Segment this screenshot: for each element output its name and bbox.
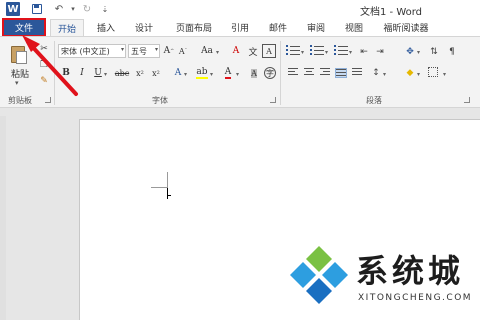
chevron-down-icon[interactable]: ▾ (236, 71, 239, 78)
window-title: 文档1 - Word (360, 7, 423, 18)
chevron-down-icon[interactable]: ▾ (301, 49, 304, 56)
character-border-icon[interactable]: A (262, 44, 276, 58)
bold-icon[interactable]: B (60, 66, 72, 80)
paragraph-launcher-icon[interactable] (464, 97, 470, 103)
font-name-select[interactable]: 宋体 (中文正) ▾ (58, 44, 126, 58)
tab-foxit-reader[interactable]: 福昕阅读器 (376, 19, 436, 36)
tab-view[interactable]: 视图 (340, 19, 368, 36)
font-name-value: 宋体 (中文正) (61, 46, 110, 56)
group-separator (54, 41, 55, 105)
redo-icon[interactable]: ↻ (80, 2, 94, 16)
numbering-icon[interactable] (310, 45, 324, 57)
cut-icon[interactable]: ✂ (38, 43, 50, 55)
paste-icon[interactable] (9, 43, 29, 65)
tab-insert[interactable]: 插入 (92, 19, 120, 36)
chevron-down-icon[interactable]: ▾ (417, 71, 420, 78)
show-hide-marks-icon[interactable]: ¶ (446, 46, 458, 58)
borders-icon[interactable] (428, 67, 438, 77)
clear-formatting-icon[interactable]: A (230, 44, 242, 58)
font-size-value: 五号 (131, 46, 147, 56)
ribbon-tabs: 文件 开始 插入 设计 页面布局 引用 邮件 审阅 视图 福昕阅读器 (0, 18, 480, 37)
superscript-icon[interactable]: x2 (150, 66, 162, 80)
chevron-down-icon[interactable]: ▾ (104, 71, 107, 78)
line-spacing-icon[interactable]: ↕ (370, 67, 382, 79)
clipboard-launcher-icon[interactable] (45, 97, 51, 103)
margin-corner-mark (151, 187, 168, 188)
chevron-down-icon[interactable]: ▾ (216, 49, 219, 56)
highlight-color-icon[interactable]: ab (196, 66, 208, 80)
font-color-icon[interactable]: A (222, 66, 234, 80)
shading-icon[interactable]: ◆ (404, 67, 416, 79)
chevron-down-icon[interactable]: ▾ (417, 49, 420, 56)
tab-review[interactable]: 审阅 (302, 19, 330, 36)
bullets-icon[interactable] (286, 45, 300, 57)
align-right-icon[interactable] (320, 68, 332, 78)
shrink-font-icon[interactable]: Aˇ (177, 44, 189, 58)
enclose-characters-icon[interactable]: 字 (264, 67, 276, 79)
ribbon-home: 粘贴 ▾ ✂ ❐ ✎ 剪贴板 宋体 (中文正) ▾ 五号 ▾ A ^ Aˇ Aa … (0, 36, 480, 108)
format-painter-icon[interactable]: ✎ (38, 75, 50, 87)
sort-icon[interactable]: ⇅ (428, 46, 440, 58)
multilevel-list-icon[interactable] (334, 45, 348, 57)
justify-icon[interactable] (335, 68, 347, 78)
watermark-brand: 系统城 (356, 252, 465, 290)
chevron-down-icon[interactable]: ▾ (443, 71, 446, 78)
paste-dropdown-icon[interactable]: ▾ (15, 79, 19, 87)
undo-icon[interactable]: ↶ (52, 2, 66, 16)
xitongcheng-logo-icon (290, 246, 348, 304)
text-cursor (167, 188, 168, 199)
align-center-icon[interactable] (304, 68, 316, 78)
italic-icon[interactable]: I (76, 66, 88, 80)
tab-references[interactable]: 引用 (226, 19, 254, 36)
paste-button[interactable]: 粘贴 (11, 67, 29, 80)
chevron-down-icon: ▾ (154, 46, 158, 53)
vertical-ruler (0, 116, 6, 320)
chevron-down-icon[interactable]: ▾ (210, 71, 213, 78)
tab-design[interactable]: 设计 (130, 19, 158, 36)
chevron-down-icon[interactable]: ▾ (349, 49, 352, 56)
chinese-layout-icon[interactable]: ✥ (404, 46, 416, 58)
chevron-down-icon[interactable]: ▾ (383, 71, 386, 78)
save-icon[interactable] (30, 2, 44, 16)
clipboard-group-label: 剪贴板 (8, 96, 32, 105)
word-window: W ↶ ▾ ↻ ⇣ 文档1 - Word 文件 开始 插入 设计 页面布局 引用… (0, 0, 480, 320)
paragraph-group-label: 段落 (366, 96, 382, 105)
group-separator (280, 41, 281, 105)
underline-icon[interactable]: U (92, 66, 104, 80)
font-launcher-icon[interactable] (270, 97, 276, 103)
text-cursor-tick (168, 195, 171, 196)
customize-quick-access-icon[interactable]: ⇣ (98, 2, 112, 16)
watermark-domain: XITONGCHENG.COM (358, 293, 473, 303)
decrease-indent-icon[interactable]: ⇤ (358, 46, 370, 58)
font-group-label: 字体 (152, 96, 168, 105)
word-logo-icon[interactable]: W (6, 2, 20, 16)
tab-mailings[interactable]: 邮件 (264, 19, 292, 36)
subscript-icon[interactable]: x2 (134, 66, 146, 80)
tab-file[interactable]: 文件 (2, 18, 46, 37)
change-case-icon[interactable]: Aa (198, 44, 216, 58)
distributed-icon[interactable] (352, 68, 364, 78)
grow-font-icon[interactable]: A ^ (163, 44, 175, 58)
character-shading-icon[interactable]: A (248, 66, 260, 80)
margin-corner-mark (167, 172, 168, 188)
chevron-down-icon: ▾ (120, 46, 124, 53)
undo-dropdown-icon[interactable]: ▾ (66, 2, 80, 16)
tab-home[interactable]: 开始 (50, 19, 84, 36)
font-size-select[interactable]: 五号 ▾ (128, 44, 160, 58)
strikethrough-icon[interactable]: abc (114, 66, 130, 80)
increase-indent-icon[interactable]: ⇥ (374, 46, 386, 58)
phonetic-guide-icon[interactable]: 文 (246, 44, 260, 58)
tab-page-layout[interactable]: 页面布局 (170, 19, 218, 36)
text-effects-icon[interactable]: A (172, 66, 184, 80)
title-bar: W ↶ ▾ ↻ ⇣ 文档1 - Word (0, 0, 480, 19)
chevron-down-icon[interactable]: ▾ (325, 49, 328, 56)
chevron-down-icon[interactable]: ▾ (184, 71, 187, 78)
copy-icon[interactable]: ❐ (38, 59, 50, 71)
align-left-icon[interactable] (288, 68, 300, 78)
